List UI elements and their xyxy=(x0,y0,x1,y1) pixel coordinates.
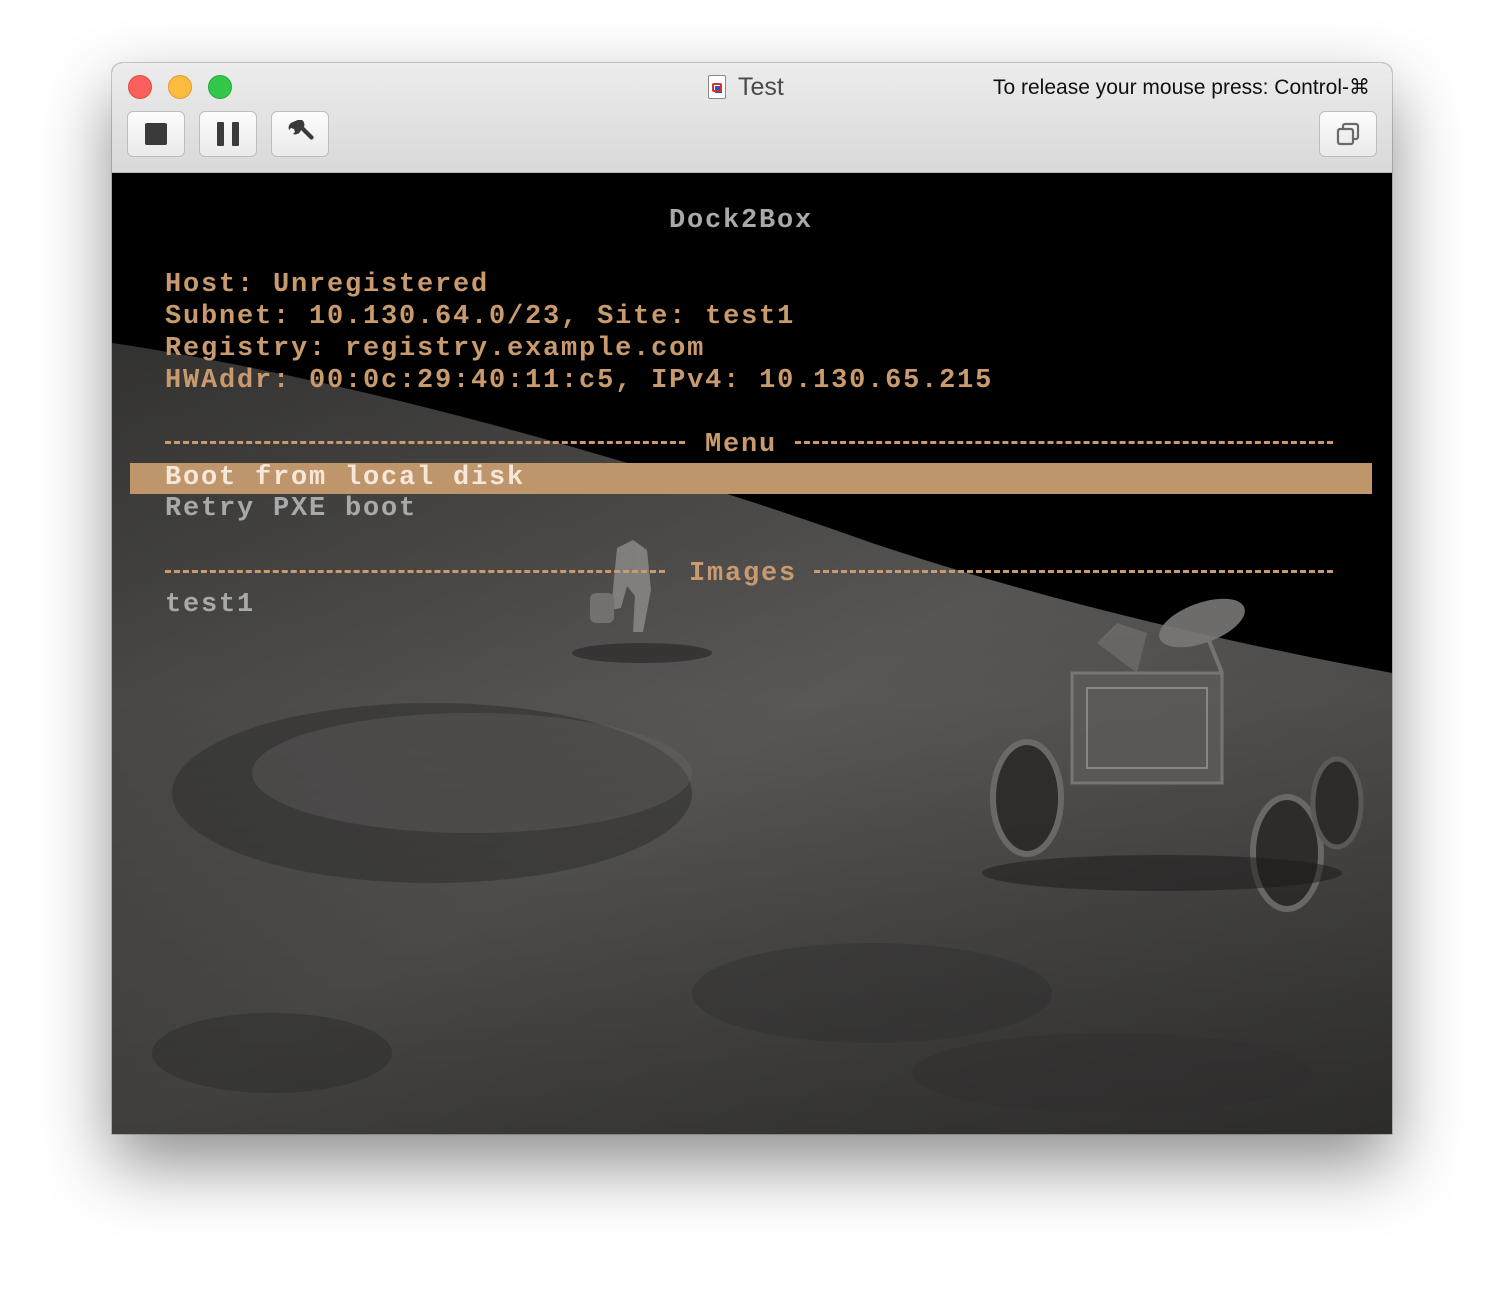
window-title: Test xyxy=(738,72,784,101)
minimize-window-button[interactable] xyxy=(168,75,192,99)
images-divider-left xyxy=(165,570,665,573)
mouse-release-hint: To release your mouse press: Control-⌘ xyxy=(993,76,1370,99)
boot-console: Dock2Box Host: Unregistered Subnet: 10.1… xyxy=(112,173,1392,1134)
zoom-window-button[interactable] xyxy=(208,75,232,99)
close-window-button[interactable] xyxy=(128,75,152,99)
images-header: Images xyxy=(689,559,798,589)
menu-item-retry-pxe[interactable]: Retry PXE boot xyxy=(165,493,417,525)
image-item-test1[interactable]: test1 xyxy=(165,589,255,621)
pause-icon xyxy=(217,122,239,146)
menu-divider-left xyxy=(165,441,685,444)
title-bar: Test To release your mouse press: Contro… xyxy=(112,63,1392,173)
registry-info: Registry: registry.example.com xyxy=(165,334,706,364)
subnet-info: Subnet: 10.130.64.0/23, Site: test1 xyxy=(165,302,796,332)
vm-display[interactable]: Dock2Box Host: Unregistered Subnet: 10.1… xyxy=(112,173,1392,1134)
menu-item-boot-local-disk[interactable]: Boot from local disk xyxy=(130,463,1372,494)
menu-header: Menu xyxy=(705,430,778,460)
settings-button[interactable] xyxy=(271,111,329,157)
stop-button[interactable] xyxy=(127,111,185,157)
menu-divider-right xyxy=(795,441,1333,444)
console-title: Dock2Box xyxy=(669,206,814,236)
menu-item-label: Boot from local disk xyxy=(165,463,526,493)
host-info: Host: Unregistered xyxy=(165,270,490,300)
window-copy-icon xyxy=(1336,122,1360,146)
window-mode-button[interactable] xyxy=(1319,111,1377,157)
document-icon xyxy=(708,75,726,99)
hwaddr-info: HWAddr: 00:0c:29:40:11:c5, IPv4: 10.130.… xyxy=(165,366,994,396)
pause-button[interactable] xyxy=(199,111,257,157)
vm-window: Test To release your mouse press: Contro… xyxy=(112,63,1392,1134)
images-divider-right xyxy=(814,570,1333,573)
stop-icon xyxy=(145,123,167,145)
wrench-icon xyxy=(288,120,314,140)
window-title-group: Test xyxy=(708,72,784,102)
